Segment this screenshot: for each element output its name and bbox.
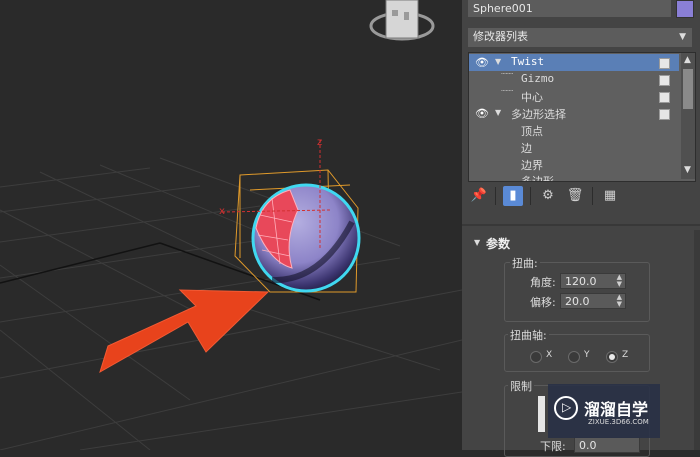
show-end-result-icon[interactable]: ▮ [503,186,523,206]
twist-group [504,262,650,322]
viewport-canvas[interactable]: z x [0,0,462,450]
collapse-triangle-icon[interactable]: ▼ [495,108,501,117]
axis-z-label: z [317,137,322,148]
watermark-logo-icon: ▷ [554,396,578,420]
stack-item-label[interactable]: Twist [511,55,544,68]
viewport-perspective[interactable]: z x [0,0,462,450]
make-unique-icon[interactable]: ⚙ [538,186,558,206]
angle-label: 角度: [530,276,556,289]
bias-label: 偏移: [530,296,556,309]
angle-spinner[interactable]: 120.0 ▲ ▼ [560,273,626,289]
lower-limit-value[interactable]: 0.0 [579,439,597,452]
watermark-brand: 溜溜自学 [584,400,649,419]
twist-group-label: 扭曲: [510,255,540,271]
collapse-triangle-icon[interactable]: ▼ [495,57,501,66]
eye-icon[interactable]: 👁 [475,56,489,69]
object-color-swatch[interactable] [676,0,694,18]
stack-item-label[interactable]: 中心 [521,89,543,105]
stack-item-label[interactable]: 边 [521,140,532,156]
axis-x-label: x [219,206,225,217]
twist-axis-group-label: 扭曲轴: [508,327,549,343]
axis-y-label[interactable]: Y [584,350,590,360]
stack-item-toggle[interactable] [659,109,670,120]
scroll-down-icon[interactable]: ▼ [684,165,691,175]
stack-item-toggle[interactable] [659,58,670,69]
axis-z-label[interactable]: Z [622,350,628,360]
stack-item-label[interactable]: 顶点 [521,123,543,139]
toolbar-separator [592,187,593,205]
scroll-thumb[interactable] [683,69,693,109]
axis-z-radio[interactable] [606,351,618,363]
modifier-list-dropdown[interactable]: 修改器列表 ▼ [468,28,692,47]
limits-group-label: 限制 [508,378,534,394]
pin-icon[interactable]: 📌 [469,186,489,206]
tree-line: ┈┈ [501,69,514,80]
eye-icon[interactable]: 👁 [475,107,489,120]
watermark: ▷ 溜溜自学 ZIXUE.3D66.COM [548,384,660,438]
axis-x-label[interactable]: X [546,350,552,360]
trash-icon[interactable]: 🗑 [565,186,585,206]
rollout-title[interactable]: 参数 [486,235,510,252]
view-cube[interactable] [369,0,435,41]
spinner-arrows-icon[interactable]: ▲ ▼ [617,294,622,308]
stack-item-label[interactable]: 多边形选择 [511,106,566,122]
bias-spinner[interactable]: 20.0 ▲ ▼ [560,293,626,309]
toolbar-separator [495,187,496,205]
command-panel: Sphere001 修改器列表 ▼ 👁 ▼ Twist ┈┈ Gizmo ┈┈ … [462,0,700,457]
stack-scrollbar[interactable]: ▲ ▼ [681,53,695,179]
limit-effect-checkbox[interactable] [538,396,545,432]
angle-value[interactable]: 120.0 [565,275,597,288]
modifier-stack[interactable]: 👁 ▼ Twist ┈┈ Gizmo ┈┈ 中心 👁 ▼ 多边形选择 顶点 边 … [468,52,696,182]
stack-item-label[interactable]: 多边形 [521,173,554,181]
panel-divider[interactable] [462,224,700,226]
scroll-up-icon[interactable]: ▲ [684,55,691,65]
bias-value[interactable]: 20.0 [565,295,590,308]
stack-item-toggle[interactable] [659,92,670,103]
stack-item-label[interactable]: 边界 [521,157,543,173]
panel-scroll-strip[interactable] [694,230,700,450]
axis-y-radio[interactable] [568,351,580,363]
watermark-url: ZIXUE.3D66.COM [588,418,649,426]
axis-x-radio[interactable] [530,351,542,363]
rollout-collapse-icon[interactable]: ▼ [474,238,480,247]
tree-line: ┈┈ [501,86,514,97]
lower-limit-spinner[interactable]: 0.0 [574,437,640,453]
lower-limit-label: 下限: [540,440,566,453]
stack-item-toggle[interactable] [659,75,670,86]
chevron-down-icon: ▼ [679,32,686,42]
toolbar-separator [530,187,531,205]
modifier-list-label: 修改器列表 [473,30,528,43]
configure-sets-icon[interactable]: ▦ [600,186,620,206]
spinner-arrows-icon[interactable]: ▲ ▼ [617,274,622,288]
object-name-field[interactable]: Sphere001 [468,0,671,17]
stack-item-label[interactable]: Gizmo [521,72,554,85]
